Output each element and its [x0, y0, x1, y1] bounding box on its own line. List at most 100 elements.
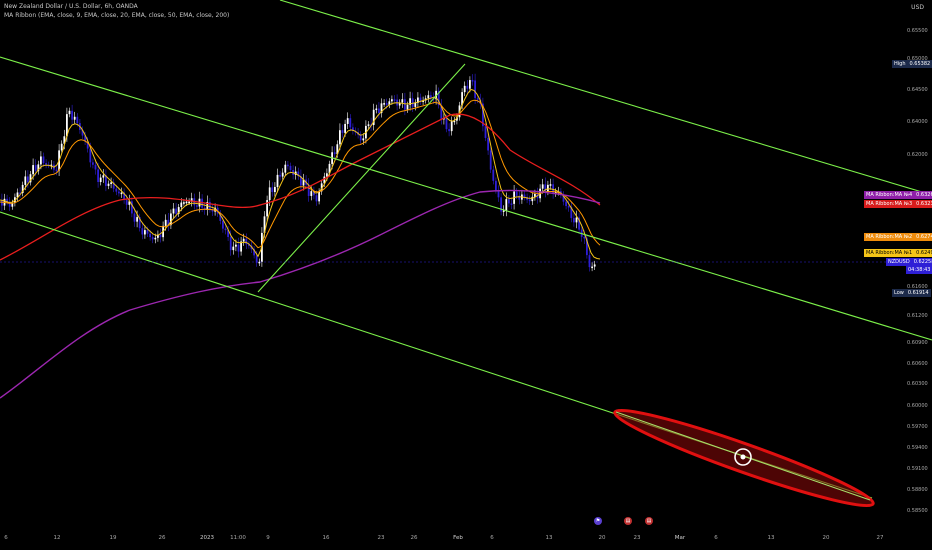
candle-body	[235, 244, 237, 247]
candle-body	[315, 195, 318, 202]
candle-body	[102, 175, 105, 178]
time-label: 13	[767, 535, 775, 541]
time-label: 2023	[200, 535, 214, 541]
candle-body	[391, 99, 393, 102]
candle-body	[575, 217, 578, 223]
candle-body	[339, 130, 341, 145]
candle-body	[146, 230, 149, 234]
candle-body	[107, 183, 110, 186]
candle-body	[232, 246, 235, 251]
candle-countdown: 04:38:43	[906, 266, 932, 274]
candle-body	[55, 169, 58, 172]
candle-body	[34, 165, 37, 172]
candle-body	[274, 186, 276, 193]
candle-body	[378, 108, 380, 114]
candle-body	[222, 220, 224, 229]
price-label: 0.61200	[907, 313, 928, 319]
channel-upper-line	[279, 0, 932, 196]
candle-body	[89, 148, 92, 163]
ma4-tag: MA Ribbon:MA №40.63265	[864, 191, 932, 199]
flag-icon[interactable]: ⚑	[594, 517, 602, 525]
candle-body	[71, 110, 73, 120]
candle-body	[573, 218, 575, 223]
candle-body	[326, 173, 328, 177]
time-label: Mar	[674, 535, 686, 541]
candle-body	[492, 169, 495, 181]
candle-body	[385, 103, 388, 106]
candle-body	[224, 228, 227, 231]
price-label: 0.60300	[907, 381, 928, 387]
candle-body	[528, 199, 531, 202]
candle-body	[76, 116, 79, 124]
candle-body	[60, 143, 63, 151]
candle-body	[349, 118, 352, 128]
candle-body	[375, 108, 378, 111]
candle-body	[404, 99, 406, 110]
time-label: 26	[410, 535, 418, 541]
candle-body	[430, 95, 432, 98]
time-label: 20	[822, 535, 830, 541]
candle-body	[505, 199, 508, 211]
price-label: 0.60000	[907, 403, 928, 409]
time-label: Feb	[453, 535, 463, 541]
price-label: 0.59400	[907, 445, 928, 451]
candle-body	[188, 201, 190, 204]
candle-body	[110, 182, 112, 184]
candle-body	[344, 123, 346, 133]
candle-body	[469, 80, 471, 89]
candle-body	[445, 117, 448, 130]
candle-body	[258, 261, 261, 264]
candle-body	[508, 199, 510, 204]
candle-body	[159, 234, 162, 238]
candle-body	[255, 255, 258, 263]
candle-body	[268, 187, 271, 201]
candle-body	[393, 99, 396, 101]
low-tag: Low 0.61914	[892, 289, 931, 297]
currency-label: USD	[911, 4, 924, 11]
candle-body	[242, 238, 245, 242]
candle-body	[183, 202, 185, 204]
candle-body	[487, 137, 489, 151]
candle-body	[175, 208, 177, 214]
candle-body	[151, 237, 154, 240]
candle-body	[133, 213, 136, 222]
price-label: 0.58800	[907, 487, 928, 493]
time-label: 6	[4, 535, 8, 541]
candle-body	[463, 85, 466, 93]
candle-body	[172, 208, 175, 214]
drawings-layer	[0, 0, 932, 508]
time-label: 26	[158, 535, 166, 541]
candle-body	[406, 104, 409, 110]
us-flag-icon[interactable]: ▤	[645, 517, 653, 525]
candle-body	[42, 156, 45, 164]
candle-body	[209, 201, 211, 210]
price-chart[interactable]	[0, 0, 932, 550]
candle-body	[180, 202, 183, 208]
candle-body	[27, 176, 29, 183]
time-label: 20	[598, 535, 606, 541]
candle-body	[229, 237, 232, 251]
candle-body	[476, 98, 479, 100]
candle-body	[73, 116, 76, 120]
time-label: 11:00	[230, 535, 246, 541]
symbol-price-tag: NZDUSD0.62258	[886, 258, 932, 266]
time-label: 9	[266, 535, 270, 541]
price-label: 0.59700	[907, 424, 928, 430]
candle-body	[346, 118, 349, 124]
candle-body	[593, 264, 596, 267]
candle-body	[341, 130, 344, 133]
us-flag-icon[interactable]: ▤	[624, 517, 632, 525]
candle-body	[541, 184, 544, 189]
price-label: 0.65500	[907, 28, 928, 34]
ma3-tag: MA Ribbon:MA №30.63233	[864, 200, 932, 208]
candle-body	[547, 184, 549, 192]
ma4-line	[0, 189, 601, 399]
candle-body	[427, 95, 430, 99]
indicator-legend[interactable]: MA Ribbon (EMA, close, 9, EMA, close, 20…	[4, 12, 229, 19]
time-label: 23	[633, 535, 641, 541]
price-label: 0.64000	[907, 119, 928, 125]
candle-body	[497, 190, 500, 198]
candle-body	[196, 205, 198, 207]
candle-body	[588, 255, 591, 268]
time-label: 6	[714, 535, 718, 541]
